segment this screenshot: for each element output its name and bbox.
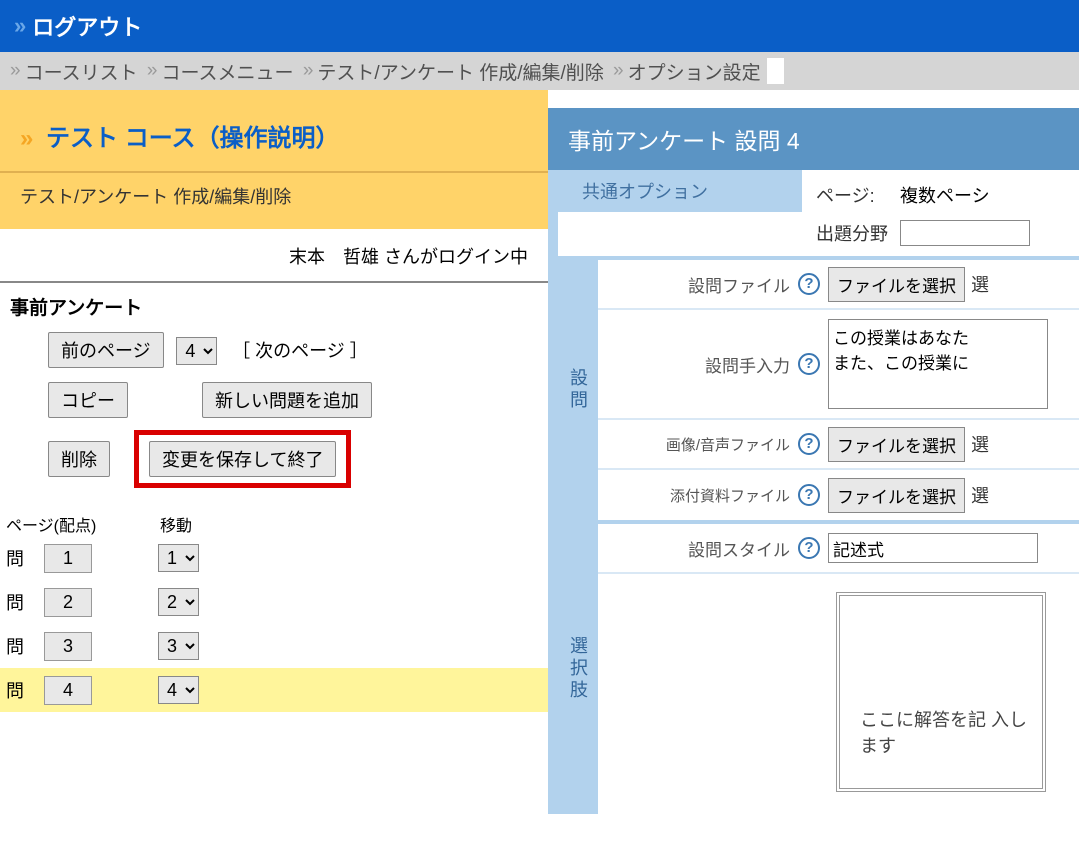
help-icon[interactable]: ? bbox=[798, 433, 820, 455]
subheader: テスト/アンケート 作成/編集/削除 bbox=[0, 171, 548, 219]
highlight-box: 変更を保存して終了 bbox=[134, 430, 351, 488]
copy-button[interactable]: コピー bbox=[48, 382, 128, 418]
chevron-icon: » bbox=[14, 13, 26, 39]
question-number-button[interactable]: 2 bbox=[44, 588, 92, 617]
move-select[interactable]: 4 bbox=[158, 676, 199, 704]
question-label: 問 bbox=[0, 589, 44, 615]
login-status: 末本 哲雄 さんがログイン中 bbox=[0, 229, 548, 277]
answer-area[interactable]: ここに解答を記 入します bbox=[836, 592, 1046, 792]
tab-common-options[interactable]: 共通オプション bbox=[558, 170, 802, 212]
question-number-button[interactable]: 4 bbox=[44, 676, 92, 705]
save-exit-button[interactable]: 変更を保存して終了 bbox=[149, 441, 336, 477]
chevron-icon: » bbox=[608, 60, 624, 82]
question-number-button[interactable]: 3 bbox=[44, 632, 92, 661]
question-style-select[interactable] bbox=[828, 533, 1038, 563]
chevron-icon: » bbox=[10, 60, 21, 82]
page-mode-label: ページ: bbox=[816, 182, 900, 208]
row-label-question-style: 設問スタイル bbox=[598, 536, 798, 561]
help-icon[interactable]: ? bbox=[798, 484, 820, 506]
delete-button[interactable]: 削除 bbox=[48, 441, 110, 477]
question-label: 問 bbox=[0, 633, 44, 659]
page-select[interactable]: 4 bbox=[176, 337, 217, 365]
field-label: 出題分野 bbox=[816, 220, 900, 246]
question-row: 問44 bbox=[0, 668, 548, 712]
row-label-question-file: 設問ファイル bbox=[598, 272, 798, 297]
help-icon[interactable]: ? bbox=[798, 537, 820, 559]
topbar: » ログアウト bbox=[0, 0, 1079, 52]
question-row: 問11 bbox=[0, 536, 548, 580]
row-label-media-file: 画像/音声ファイル bbox=[598, 434, 798, 455]
chevron-icon: » bbox=[20, 125, 33, 152]
add-question-button[interactable]: 新しい問題を追加 bbox=[202, 382, 372, 418]
file-trail: 選 bbox=[971, 482, 989, 508]
row-label-attach-file: 添付資料ファイル bbox=[598, 485, 798, 506]
logout-link[interactable]: ログアウト bbox=[32, 10, 142, 42]
question-label: 問 bbox=[0, 677, 44, 703]
col-header-move: 移動 bbox=[160, 512, 192, 536]
chevron-icon: » bbox=[298, 60, 314, 82]
course-title-text: テスト コース（操作説明） bbox=[46, 125, 339, 152]
choose-file-button[interactable]: ファイルを選択 bbox=[828, 478, 965, 513]
col-header-page: ページ(配点) bbox=[0, 512, 160, 536]
chevron-icon: » bbox=[142, 60, 158, 82]
question-label: 問 bbox=[0, 545, 44, 571]
group-label-question: 設問 bbox=[558, 260, 598, 520]
course-title: » テスト コース（操作説明） bbox=[0, 90, 548, 171]
question-number-button[interactable]: 1 bbox=[44, 544, 92, 573]
help-icon[interactable]: ? bbox=[798, 353, 820, 375]
choose-file-button[interactable]: ファイルを選択 bbox=[828, 427, 965, 462]
move-select[interactable]: 1 bbox=[158, 544, 199, 572]
question-text-input[interactable] bbox=[828, 319, 1048, 409]
page-mode-value: 複数ペーシ bbox=[900, 182, 990, 208]
file-trail: 選 bbox=[971, 431, 989, 457]
breadcrumb-item[interactable]: コースメニュー bbox=[162, 58, 294, 85]
row-label-question-text: 設問手入力 bbox=[598, 352, 798, 377]
help-icon[interactable]: ? bbox=[798, 273, 820, 295]
question-row: 問22 bbox=[0, 580, 548, 624]
move-select[interactable]: 2 bbox=[158, 588, 199, 616]
choose-file-button[interactable]: ファイルを選択 bbox=[828, 267, 965, 302]
breadcrumb-item[interactable]: オプション設定 bbox=[628, 58, 761, 85]
prev-page-button[interactable]: 前のページ bbox=[48, 332, 164, 368]
file-trail: 選 bbox=[971, 271, 989, 297]
breadcrumb-item[interactable]: テスト/アンケート 作成/編集/削除 bbox=[317, 58, 603, 85]
group-label-choices: 選択肢 bbox=[558, 524, 598, 814]
section-label: 事前アンケート bbox=[0, 287, 548, 330]
breadcrumb-current bbox=[767, 58, 784, 84]
breadcrumb-item[interactable]: コースリスト bbox=[25, 58, 138, 85]
move-select[interactable]: 3 bbox=[158, 632, 199, 660]
panel-header: 事前アンケート 設問 4 bbox=[548, 108, 1079, 170]
question-row: 問33 bbox=[0, 624, 548, 668]
field-input[interactable] bbox=[900, 220, 1030, 246]
next-page-link[interactable]: ［ 次のページ ］ bbox=[232, 341, 368, 361]
breadcrumb: » コースリスト » コースメニュー » テスト/アンケート 作成/編集/削除 … bbox=[0, 52, 1079, 90]
